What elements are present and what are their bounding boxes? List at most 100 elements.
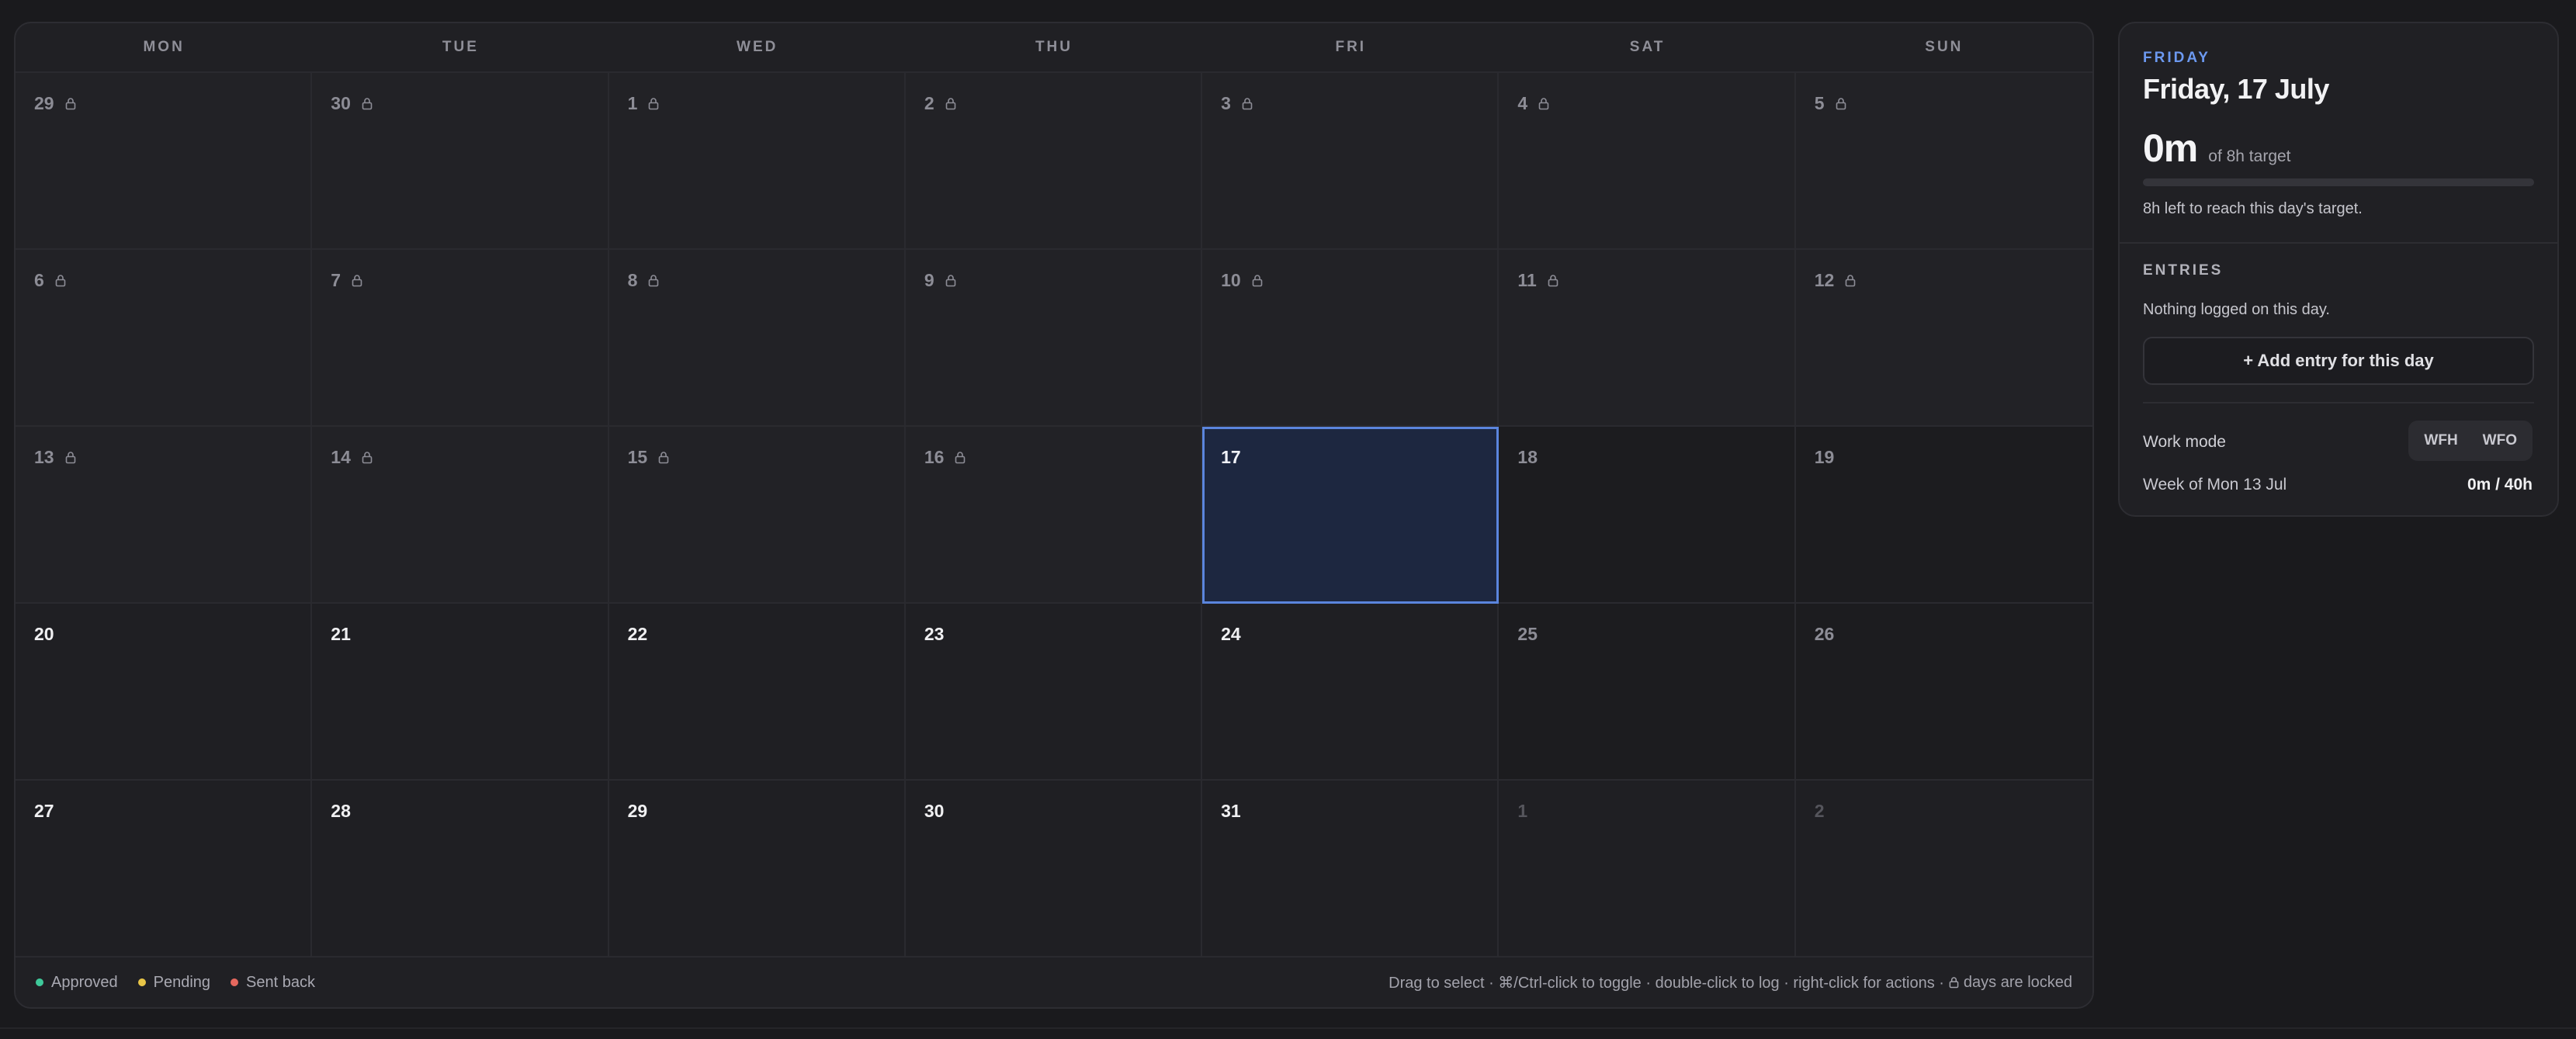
day-number: 25 — [1517, 624, 1538, 645]
legend-label: Sent back — [246, 973, 315, 991]
day-number-text: 18 — [1517, 447, 1538, 467]
day-number: 30 — [331, 93, 373, 114]
day-number-text: 4 — [1517, 93, 1528, 113]
day-cell[interactable]: 26 — [1795, 604, 2092, 781]
day-cell[interactable]: 21 — [312, 604, 609, 781]
day-cell[interactable]: 15 — [608, 427, 906, 604]
day-number: 29 — [34, 93, 76, 114]
day-number-text: 29 — [627, 801, 648, 821]
add-entry-button[interactable]: + Add entry for this day — [2143, 337, 2534, 385]
day-cell[interactable]: 27 — [16, 781, 313, 958]
usage-hint: Drag to select · ⌘/Ctrl-click to toggle … — [1389, 973, 2072, 992]
day-cell[interactable]: 16 — [905, 427, 1203, 604]
day-cell[interactable]: 14 — [312, 427, 609, 604]
bottom-divider — [0, 1027, 2576, 1029]
day-cell[interactable]: 18 — [1499, 427, 1796, 604]
calendar-footer: Approved Pending Sent back Drag to select … — [16, 956, 2092, 1007]
lock-icon — [1252, 274, 1263, 287]
legend-item: Pending — [137, 974, 210, 992]
day-number: 9 — [924, 270, 956, 291]
day-number: 17 — [1221, 447, 1241, 468]
day-cell[interactable]: 12 — [1795, 250, 2092, 427]
day-cell[interactable]: 2 — [905, 73, 1203, 250]
day-cell[interactable]: 7 — [312, 250, 609, 427]
day-number-text: 30 — [331, 93, 351, 113]
day-number-text: 10 — [1221, 270, 1241, 290]
weekday-sun: SUN — [1925, 39, 1964, 55]
day-number: 1 — [628, 93, 660, 114]
day-number-text: 23 — [924, 624, 945, 644]
day-number-text: 31 — [1221, 801, 1241, 821]
date-title: Friday, 17 July — [2143, 73, 2329, 105]
weekday-sat: SAT — [1629, 39, 1666, 55]
lock-icon — [955, 451, 966, 464]
day-cell[interactable]: 23 — [905, 604, 1203, 781]
lock-icon — [945, 97, 956, 110]
day-cell[interactable]: 25 — [1499, 604, 1796, 781]
day-number: 8 — [628, 270, 660, 291]
lock-icon — [65, 451, 76, 464]
day-number-text: 17 — [1221, 447, 1241, 467]
day-cell[interactable]: 30 — [312, 73, 609, 250]
status-dot-icon — [36, 978, 43, 986]
day-cell[interactable]: 28 — [312, 781, 609, 958]
day-cell[interactable]: 30 — [905, 781, 1203, 958]
day-cell-selected[interactable]: 17 — [1202, 427, 1499, 604]
day-detail-panel: FRIDAY Friday, 17 July 0m of 8h target 8… — [2118, 22, 2559, 517]
lock-icon — [65, 97, 76, 110]
day-number-text: 28 — [331, 801, 351, 821]
day-number: 18 — [1517, 447, 1538, 468]
day-number-text: 9 — [924, 270, 934, 290]
day-number-text: 11 — [1517, 270, 1537, 290]
day-cell[interactable]: 8 — [608, 250, 906, 427]
day-number-text: 6 — [34, 270, 44, 290]
day-cell[interactable]: 29 — [16, 73, 313, 250]
day-number: 30 — [924, 801, 945, 822]
day-number: 2 — [1815, 801, 1825, 822]
day-number: 14 — [331, 447, 373, 468]
day-number: 27 — [34, 801, 54, 822]
day-number-text: 2 — [924, 93, 934, 113]
day-number: 4 — [1517, 93, 1549, 114]
day-number: 6 — [34, 270, 66, 291]
day-cell[interactable]: 24 — [1202, 604, 1499, 781]
day-number-text: 7 — [331, 270, 342, 290]
day-cell[interactable]: 1 — [1499, 781, 1796, 958]
day-cell[interactable]: 9 — [905, 250, 1203, 427]
day-cell[interactable]: 11 — [1499, 250, 1796, 427]
day-cell[interactable]: 22 — [608, 604, 906, 781]
work-mode-wfo-button[interactable]: WFO — [2472, 425, 2528, 456]
day-cell[interactable]: 10 — [1202, 250, 1499, 427]
day-number-text: 2 — [1814, 801, 1825, 821]
day-cell[interactable]: 1 — [608, 73, 906, 250]
day-cell[interactable]: 29 — [608, 781, 906, 958]
work-mode-wfh-button[interactable]: WFH — [2413, 425, 2468, 456]
day-number-text: 8 — [627, 270, 638, 290]
week-total: 0m / 40h — [2467, 476, 2533, 494]
day-cell[interactable]: 4 — [1499, 73, 1796, 250]
day-number: 1 — [1517, 801, 1527, 822]
day-number-text: 1 — [1517, 801, 1528, 821]
day-cell[interactable]: 20 — [16, 604, 313, 781]
day-cell[interactable]: 13 — [16, 427, 313, 604]
day-number-text: 30 — [924, 801, 945, 821]
entries-heading: ENTRIES — [2143, 262, 2224, 279]
week-label: Week of Mon 13 Jul — [2143, 476, 2287, 494]
day-number: 21 — [331, 624, 351, 645]
day-number: 24 — [1221, 624, 1241, 645]
lock-icon — [55, 274, 66, 287]
weekday-thu: THU — [1035, 39, 1073, 55]
work-mode-label: Work mode — [2143, 433, 2226, 451]
app-root: MON TUE WED THU FRI SAT SUN 29 30 1 2 3 4 5 6 7 8 9 10 11 1… — [0, 0, 2576, 1039]
day-number-text: 1 — [627, 93, 638, 113]
day-cell[interactable]: 3 — [1202, 73, 1499, 250]
hours-summary: 0m of 8h target — [2143, 126, 2291, 171]
empty-entries-text: Nothing logged on this day. — [2143, 301, 2330, 318]
day-cell[interactable]: 5 — [1795, 73, 2092, 250]
day-cell[interactable]: 6 — [16, 250, 313, 427]
day-number: 2 — [924, 93, 956, 114]
day-cell[interactable]: 2 — [1795, 781, 2092, 958]
day-cell[interactable]: 31 — [1202, 781, 1499, 958]
hours-logged: 0m — [2143, 126, 2198, 170]
day-cell[interactable]: 19 — [1795, 427, 2092, 604]
